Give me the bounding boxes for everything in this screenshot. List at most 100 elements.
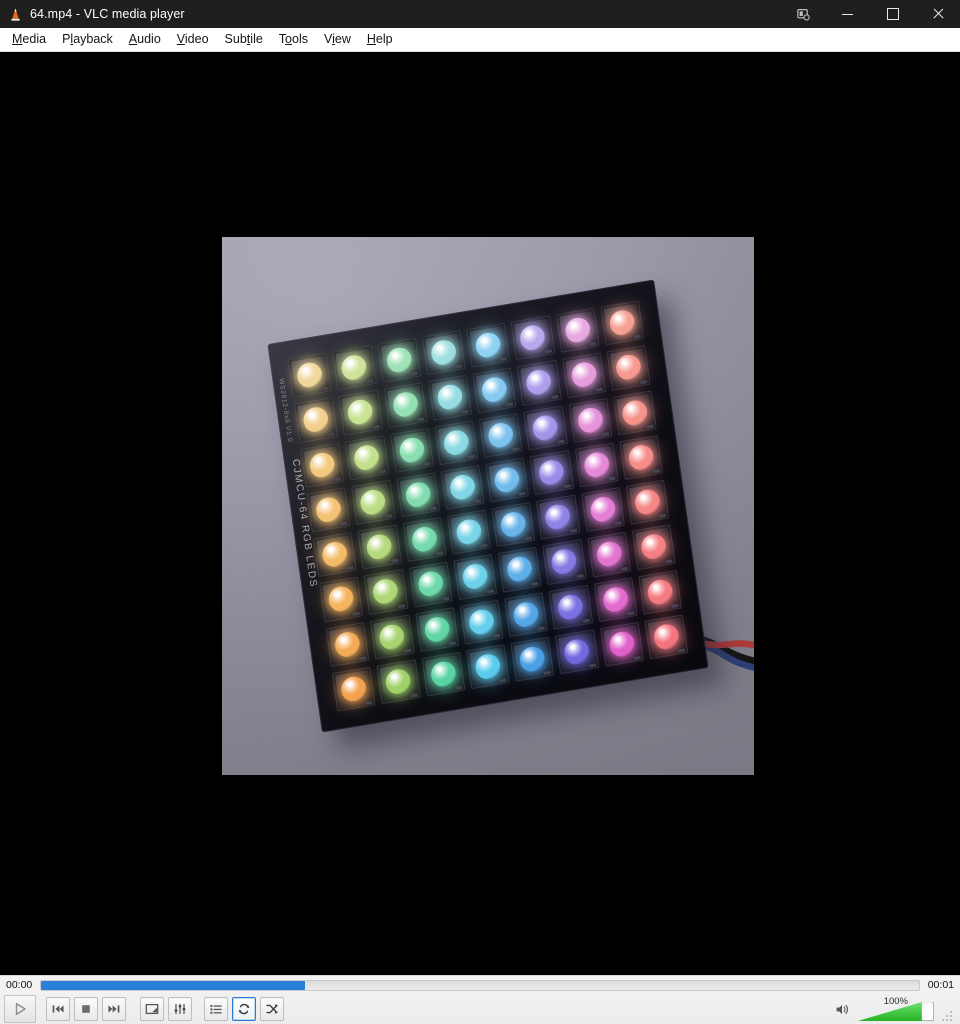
video-stage[interactable]: CJMCU-64 RGB LEDS WS2812-8x8 V1.0 <box>0 52 960 975</box>
led-solder-pad <box>352 611 361 616</box>
led-pixel <box>357 524 402 570</box>
volume-control: 100% <box>830 996 954 1021</box>
led-pixel <box>548 584 593 630</box>
led-solder-pad <box>620 566 628 571</box>
led-pixel <box>599 621 644 667</box>
led-solder-pad <box>499 678 507 683</box>
menu-item-view[interactable]: View <box>316 30 359 49</box>
led-pixel <box>325 621 370 667</box>
led-pixel <box>440 464 485 511</box>
snap-layout-button[interactable] <box>780 0 825 28</box>
led-solder-pad <box>327 431 335 436</box>
led-solder-pad <box>378 469 386 474</box>
led-solder-pad <box>658 514 667 519</box>
menu-item-help[interactable]: Help <box>359 30 401 49</box>
led-solder-pad <box>410 372 418 377</box>
led-solder-pad <box>474 499 482 504</box>
led-pixel <box>414 606 459 652</box>
led-pixel <box>555 307 600 354</box>
led-solder-pad <box>359 655 367 661</box>
led-solder-pad <box>492 633 501 638</box>
led-pixel <box>287 352 332 398</box>
random-button[interactable] <box>260 997 284 1021</box>
maximize-button[interactable] <box>870 0 915 28</box>
led-pixel <box>631 524 676 570</box>
speaker-icon[interactable] <box>830 997 854 1021</box>
menu-item-subtitle[interactable]: Subtile <box>217 30 271 49</box>
led-solder-pad <box>531 581 539 586</box>
snap-layout-icon <box>796 8 810 21</box>
led-solder-pad <box>537 626 545 631</box>
stop-button[interactable] <box>74 997 98 1021</box>
led-pixel <box>517 360 562 406</box>
playlist-controls <box>204 997 284 1021</box>
play-button[interactable] <box>4 995 36 1023</box>
total-time[interactable]: 00:01 <box>928 979 954 991</box>
led-pixel <box>376 337 422 383</box>
led-pixel <box>421 330 466 376</box>
menu-item-video[interactable]: Video <box>169 30 217 49</box>
led-pixel <box>523 404 568 451</box>
menu-item-playback[interactable]: Playback <box>54 30 121 49</box>
led-solder-pad <box>626 611 635 616</box>
led-pixel <box>427 374 473 421</box>
led-solder-pad <box>589 342 597 347</box>
led-pixel <box>402 516 447 563</box>
minimize-button[interactable] <box>825 0 870 28</box>
close-button[interactable] <box>915 0 960 28</box>
led-pixel <box>580 487 625 533</box>
led-solder-pad <box>614 521 622 526</box>
led-pixel <box>389 427 434 473</box>
led-pixel <box>351 479 396 525</box>
menu-item-tools[interactable]: Tools <box>271 30 316 49</box>
menu-item-audio[interactable]: Audio <box>121 30 169 49</box>
fullscreen-button[interactable] <box>140 997 164 1021</box>
led-pixel <box>510 636 555 682</box>
loop-button[interactable] <box>232 997 256 1021</box>
led-solder-pad <box>575 573 584 578</box>
previous-button[interactable] <box>46 997 70 1021</box>
led-pixel <box>408 561 453 608</box>
led-solder-pad <box>518 491 527 496</box>
led-solder-pad <box>403 648 412 653</box>
led-solder-pad <box>372 424 380 429</box>
led-solder-pad <box>671 603 679 608</box>
led-solder-pad <box>455 364 463 369</box>
extended-settings-button[interactable] <box>168 997 192 1021</box>
title-bar-left: 64.mp4 - VLC media player <box>0 7 780 22</box>
led-solder-pad <box>423 461 431 466</box>
next-button[interactable] <box>102 997 126 1021</box>
led-solder-pad <box>365 379 374 384</box>
led-pixel <box>625 479 670 525</box>
led-pixel <box>612 389 657 436</box>
led-solder-pad <box>365 700 373 705</box>
led-pixel <box>332 345 377 391</box>
led-pixel <box>331 666 376 712</box>
led-pixel <box>485 457 530 503</box>
seek-slider[interactable] <box>40 979 920 991</box>
menu-item-media[interactable]: Media <box>4 30 54 49</box>
resize-grip[interactable] <box>942 1009 952 1021</box>
led-solder-pad <box>442 596 450 601</box>
led-solder-pad <box>512 446 520 451</box>
led-solder-pad <box>639 379 648 384</box>
led-solder-pad <box>582 618 590 623</box>
led-pixel <box>465 643 510 690</box>
vlc-cone-icon <box>8 7 23 22</box>
view-controls <box>140 997 192 1021</box>
led-solder-pad <box>633 334 642 339</box>
led-solder-pad <box>346 566 354 571</box>
video-frame[interactable]: CJMCU-64 RGB LEDS WS2812-8x8 V1.0 <box>222 237 754 775</box>
led-pixel <box>306 487 351 533</box>
playlist-button[interactable] <box>204 997 228 1021</box>
volume-fill <box>858 1002 922 1021</box>
led-solder-pad <box>391 558 399 563</box>
title-bar: 64.mp4 - VLC media player <box>0 0 960 28</box>
led-solder-pad <box>333 476 342 481</box>
volume-slider[interactable] <box>858 1002 934 1021</box>
led-pixel <box>586 531 632 578</box>
led-pixel <box>312 531 358 578</box>
led-pixel <box>466 322 511 369</box>
led-solder-pad <box>601 431 609 436</box>
led-solder-pad <box>429 506 437 511</box>
